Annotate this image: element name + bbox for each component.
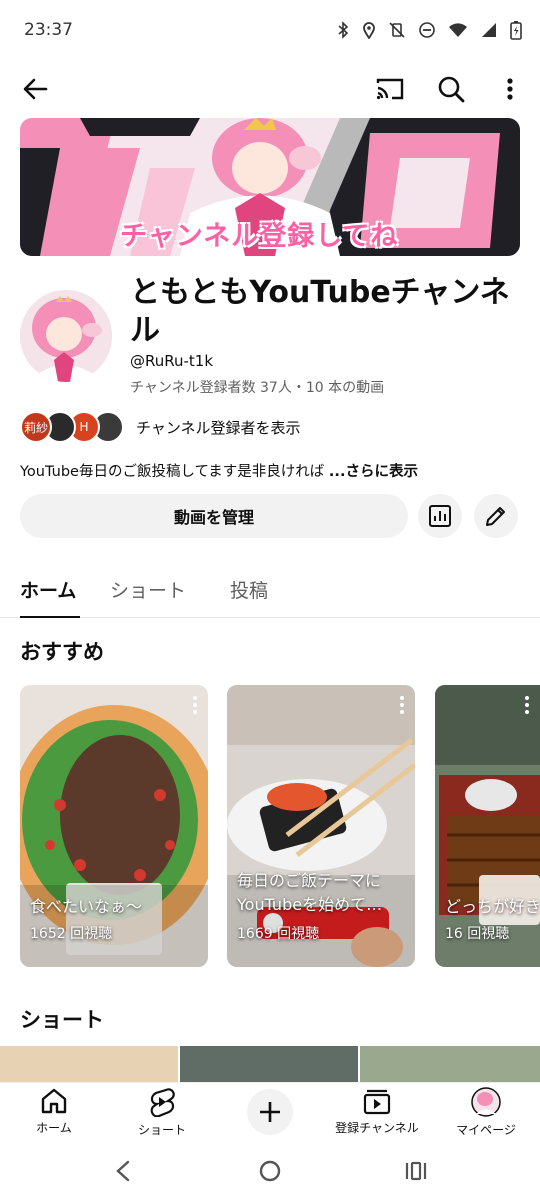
status-time: 23:37: [24, 20, 73, 40]
nav-shorts[interactable]: ショート: [112, 1085, 212, 1145]
avatar-artwork: [20, 290, 112, 382]
card-title: 食べたいなぁ〜: [30, 897, 143, 916]
active-tab-indicator: [20, 616, 80, 618]
short-card[interactable]: どっちが好き 16 回視聴: [435, 685, 540, 967]
channel-name: ともともYouTubeチャンネル: [130, 275, 510, 348]
nav-my-page[interactable]: マイページ: [436, 1085, 536, 1145]
show-more-link[interactable]: ...さらに表示: [329, 464, 418, 480]
short-thumbnail[interactable]: [0, 1046, 178, 1082]
nav-subscriptions[interactable]: 登録チャンネル: [327, 1085, 427, 1145]
channel-description[interactable]: YouTube毎日のご飯投稿してます是非良ければ ...さらに表示: [20, 460, 418, 481]
system-back-icon[interactable]: [114, 1160, 132, 1182]
nav-label: 登録チャンネル: [335, 1121, 419, 1135]
card-views: 1652 回視聴: [30, 926, 113, 942]
card-title: どっちが好き: [445, 897, 540, 916]
do-not-disturb-icon: [419, 22, 435, 38]
tab-home[interactable]: ホーム: [20, 576, 76, 603]
channel-banner: チャンネル登録してね: [20, 118, 520, 256]
card-views: 16 回視聴: [445, 926, 510, 942]
short-card[interactable]: 食べたいなぁ〜 1652 回視聴: [20, 685, 208, 967]
location-icon: [363, 22, 375, 39]
bluetooth-icon: [338, 21, 349, 39]
nav-home[interactable]: ホーム: [4, 1085, 104, 1145]
search-icon[interactable]: [436, 74, 466, 104]
system-navigation-bar: [0, 1146, 540, 1200]
short-card[interactable]: 毎日のご飯テーマに YouTubeを始めて… 1669 回視聴: [227, 685, 415, 967]
analytics-button[interactable]: [418, 494, 462, 538]
edit-channel-button[interactable]: [474, 494, 518, 538]
card-title: 毎日のご飯テーマに YouTubeを始めて…: [237, 871, 383, 914]
tab-posts[interactable]: 投稿: [230, 576, 268, 603]
section-title-shorts: ショート: [20, 1008, 104, 1032]
analytics-icon: [429, 505, 451, 527]
battery-icon: [510, 21, 522, 40]
channel-stats[interactable]: チャンネル登録者数 37人・10 本の動画: [130, 377, 384, 397]
bottom-navigation: ホーム ショート 登録チャンネル マイページ: [0, 1082, 540, 1146]
back-arrow-icon[interactable]: [20, 74, 50, 104]
subscribers-row[interactable]: 莉紗 H チャンネル登録者を表示: [20, 410, 301, 444]
card-views: 1669 回視聴: [237, 926, 320, 942]
nav-label: ショート: [137, 1123, 186, 1137]
channel-tabs: ホーム ショート 投稿: [0, 566, 540, 618]
system-recents-icon[interactable]: [404, 1160, 428, 1182]
shorts-icon: [150, 1088, 175, 1117]
card-more-icon[interactable]: [192, 695, 198, 715]
nav-label: マイページ: [456, 1123, 516, 1137]
channel-handle: @RuRu-t1k: [130, 352, 214, 370]
more-vertical-icon[interactable]: [496, 74, 524, 104]
pencil-icon: [486, 507, 505, 526]
channel-avatar[interactable]: [20, 290, 112, 382]
subscriber-avatar: 莉紗: [20, 411, 52, 443]
app-bar: [0, 64, 540, 114]
profile-avatar-icon: [471, 1087, 501, 1117]
create-button[interactable]: [247, 1089, 293, 1135]
home-icon: [41, 1088, 67, 1114]
vibrate-mute-icon: [389, 22, 405, 38]
system-home-icon[interactable]: [258, 1159, 282, 1183]
status-bar: 23:37: [0, 0, 540, 64]
subscriptions-icon: [363, 1089, 391, 1115]
banner-text: チャンネル登録してね: [120, 221, 399, 252]
card-more-icon[interactable]: [524, 695, 530, 715]
view-subscribers-label: チャンネル登録者を表示: [136, 418, 301, 437]
nav-label: ホーム: [36, 1121, 72, 1135]
short-thumbnail[interactable]: [360, 1046, 540, 1082]
wifi-icon: [449, 23, 467, 37]
description-text: YouTube毎日のご飯投稿してます是非良ければ: [20, 464, 329, 480]
status-icons: [336, 20, 522, 40]
plus-icon: [260, 1102, 280, 1122]
section-title-recommended: おすすめ: [20, 640, 104, 664]
short-thumbnail[interactable]: [180, 1046, 358, 1082]
cast-icon[interactable]: [374, 74, 406, 104]
signal-icon: [482, 23, 496, 37]
card-more-icon[interactable]: [399, 695, 405, 715]
tab-shorts[interactable]: ショート: [110, 576, 186, 603]
manage-videos-button[interactable]: 動画を管理: [20, 494, 408, 538]
